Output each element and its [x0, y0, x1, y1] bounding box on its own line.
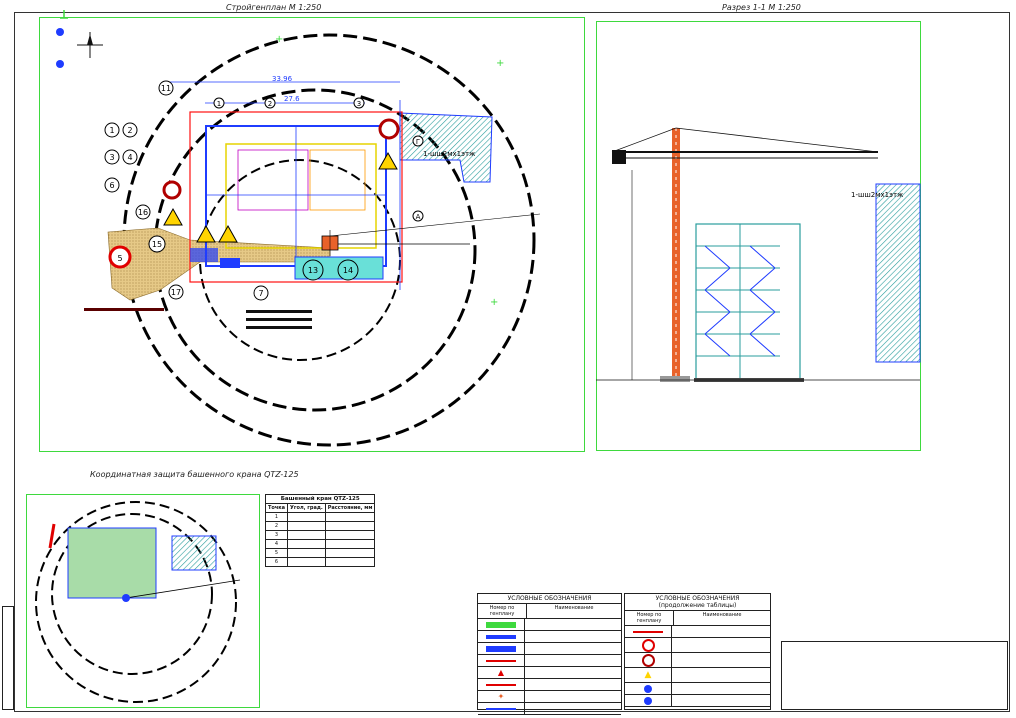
svg-text:А: А — [416, 213, 421, 221]
scale-bar — [84, 308, 164, 311]
note-line — [246, 318, 312, 321]
legend-row: ▲ — [625, 668, 770, 683]
title-block — [781, 641, 1008, 710]
svg-text:17: 17 — [171, 288, 181, 297]
building-section — [694, 223, 804, 382]
note-line — [246, 310, 312, 313]
legend2-title: УСЛОВНЫЕ ОБОЗНАЧЕНИЯ (продолжение таблицы… — [625, 594, 770, 611]
legend2-col-number: Номер по генплану — [625, 611, 674, 625]
cross-marker: + — [496, 58, 504, 69]
svg-text:2: 2 — [268, 100, 272, 108]
svg-text:15: 15 — [152, 240, 162, 249]
table-row: 5 — [264, 548, 376, 558]
legend-row — [478, 619, 621, 631]
legend-row — [478, 643, 621, 655]
legend-row — [625, 626, 770, 638]
table-header: Расстояние, мм — [324, 503, 376, 513]
svg-text:1: 1 — [109, 126, 114, 135]
svg-text:6: 6 — [109, 181, 114, 190]
legend-row — [625, 638, 770, 653]
svg-text:Г: Г — [416, 138, 420, 146]
note-line — [246, 326, 312, 329]
cross-marker: + — [490, 297, 498, 308]
legend2-col-name: Наименование — [702, 612, 742, 618]
svg-text:11: 11 — [161, 84, 171, 93]
table-header: Точка — [264, 503, 289, 513]
legend-col-number: Номер по генплану — [478, 604, 527, 618]
legend-col-name: Наименование — [554, 605, 594, 611]
storage-area-hatch — [399, 112, 493, 183]
legend-row — [478, 703, 621, 715]
cross-marker: + — [275, 34, 283, 45]
crane-protection-diagram — [35, 501, 241, 703]
legend-row — [478, 679, 621, 691]
section-shed-label: 1-шш2мх1этж — [851, 191, 904, 199]
svg-text:4: 4 — [127, 153, 132, 162]
table-header: Угол, град. — [287, 503, 326, 513]
legend-table-continued: УСЛОВНЫЕ ОБОЗНАЧЕНИЯ (продолжение таблицы… — [624, 593, 771, 710]
svg-text:3: 3 — [357, 100, 361, 108]
table-row: 2 — [264, 521, 376, 531]
legend-row — [478, 655, 621, 667]
shed-label: 1-шш2мх1этж — [423, 150, 476, 158]
svg-text:13: 13 — [308, 266, 318, 275]
legend-row — [625, 683, 770, 695]
table-caption: Башенный кран QTZ-125 — [264, 494, 376, 504]
table-row: 4 — [264, 539, 376, 549]
legend-title: УСЛОВНЫЕ ОБОЗНАЧЕНИЯ — [478, 594, 621, 604]
legend-row — [625, 653, 770, 668]
building-plan — [170, 81, 541, 290]
legend-row — [478, 631, 621, 643]
svg-text:14: 14 — [343, 266, 353, 275]
legend-row — [625, 695, 770, 707]
legend-row: ✦ — [478, 691, 621, 703]
north-arrow-icon — [77, 32, 103, 58]
tower-crane-elevation — [611, 127, 879, 382]
crane-coordinates-table: Башенный кран QTZ-125 Точка Угол, град. … — [264, 494, 376, 567]
storage-building-section — [875, 183, 921, 363]
svg-text:1: 1 — [217, 100, 221, 108]
svg-text:2: 2 — [127, 126, 132, 135]
svg-text:7: 7 — [258, 289, 263, 298]
table-row: 1 — [264, 512, 376, 522]
table-row: 6 — [264, 557, 376, 567]
legend-table: УСЛОВНЫЕ ОБОЗНАЧЕНИЯ Номер по генплану Н… — [477, 593, 622, 715]
dimension-axes: 27.6 — [284, 95, 300, 103]
legend-row: ▲ — [478, 667, 621, 679]
svg-text:5: 5 — [117, 254, 122, 263]
table-row: 3 — [264, 530, 376, 540]
dimension-overall: 33.96 — [272, 75, 293, 83]
svg-text:3: 3 — [109, 153, 114, 162]
svg-text:16: 16 — [138, 208, 148, 217]
